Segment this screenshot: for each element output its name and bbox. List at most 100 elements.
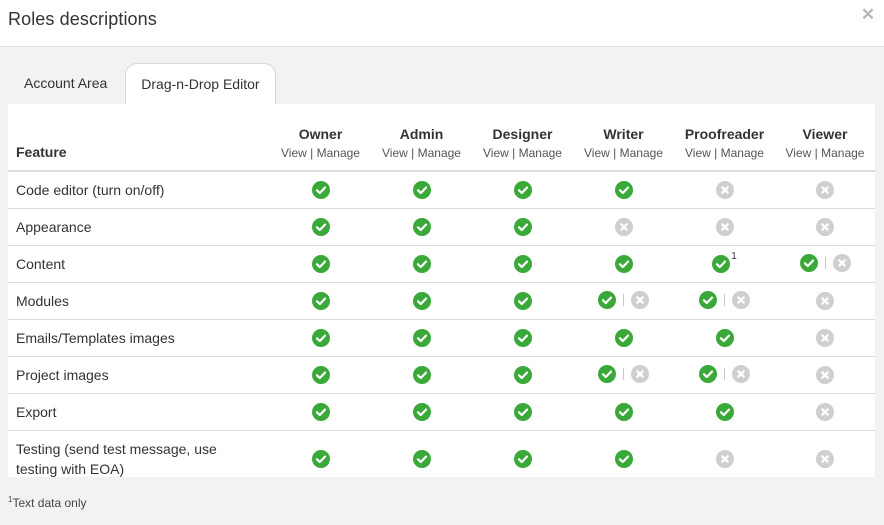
feature-name: Content [8, 245, 270, 283]
check-circle-icon [311, 218, 330, 237]
check-circle-icon [311, 255, 330, 274]
permission-cell-owner [270, 356, 371, 394]
permission-cell-admin [371, 393, 472, 431]
role-header-writer: Writer View | Manage [573, 104, 674, 172]
footnote-marker: 1 [8, 495, 13, 504]
permission-cell-proofreader [674, 171, 775, 209]
permission-cell-admin [371, 208, 472, 246]
permission-cell-writer [573, 282, 674, 320]
feature-name: Modules [8, 282, 270, 320]
feature-name: Testing (send test message, use testing … [16, 440, 217, 477]
role-header-viewer: Viewer View | Manage [775, 104, 875, 172]
permission-cell-proofreader [674, 208, 775, 246]
dialog-header: Roles descriptions ✕ [0, 0, 884, 47]
check-circle-icon [513, 366, 532, 385]
separator [724, 293, 725, 306]
role-name: Proofreader [684, 126, 765, 142]
table-row: Modules [8, 282, 875, 320]
permission-cell-viewer [775, 356, 875, 394]
permission-cell-owner [270, 393, 371, 431]
check-circle-icon [412, 181, 431, 200]
permission-cell-writer [573, 208, 674, 246]
table-row: Export [8, 393, 875, 431]
check-circle-icon [598, 290, 616, 309]
feature-name: Export [8, 393, 270, 431]
feature-column-header: Feature [8, 104, 270, 172]
permission-cell-writer [573, 431, 674, 487]
table-row: Emails/Templates images [8, 319, 875, 357]
check-circle-icon [513, 329, 532, 348]
check-circle-icon [412, 292, 431, 311]
x-circle-icon [832, 253, 851, 272]
table-row: Project images [8, 356, 875, 394]
role-header-designer: Designer View | Manage [472, 104, 573, 172]
permission-cell-viewer [775, 431, 875, 487]
permission-cell-owner [270, 171, 371, 209]
tab-bar: Account Area Drag-n-Drop Editor [8, 63, 276, 104]
role-header-admin: Admin View | Manage [371, 104, 472, 172]
feature-name: Emails/Templates images [8, 319, 270, 357]
x-circle-icon [715, 449, 734, 468]
check-circle-icon [614, 181, 633, 200]
x-circle-icon [816, 449, 834, 468]
permission-cell-owner [270, 282, 371, 320]
table-row: Testing (send test message, use testing … [8, 431, 875, 487]
role-sub: View | Manage [483, 146, 562, 160]
permission-cell-admin [371, 356, 472, 394]
check-circle-icon [513, 292, 532, 311]
permission-cell-designer [472, 208, 573, 246]
x-circle-icon [816, 366, 834, 385]
table-row: Content 1 [8, 245, 875, 283]
x-circle-icon [816, 403, 834, 422]
permission-cell-designer [472, 393, 573, 431]
check-circle-icon [614, 255, 633, 274]
permission-cell-admin [371, 431, 472, 487]
permission-cell-owner [270, 431, 371, 487]
separator [623, 293, 624, 306]
role-sub: View | Manage [685, 146, 764, 160]
permission-cell-viewer [775, 282, 875, 320]
tab-drag-n-drop-editor[interactable]: Drag-n-Drop Editor [125, 63, 276, 104]
close-icon[interactable]: ✕ [860, 6, 876, 23]
check-circle-icon [412, 366, 431, 385]
permission-cell-proofreader [674, 282, 775, 320]
permission-cell-proofreader [674, 319, 775, 357]
role-name: Admin [399, 126, 444, 142]
permission-cell-admin [371, 282, 472, 320]
check-circle-icon [598, 364, 616, 383]
permission-cell-designer [472, 245, 573, 283]
permission-cell-viewer [775, 208, 875, 246]
permission-cell-writer [573, 393, 674, 431]
separator [824, 256, 826, 269]
permission-cell-proofreader [674, 393, 775, 431]
check-circle-icon [412, 255, 431, 274]
permission-cell-admin [371, 171, 472, 209]
check-circle-icon [513, 449, 532, 468]
separator [724, 367, 725, 380]
role-sub: View | Manage [281, 146, 360, 160]
check-circle-icon [311, 292, 330, 311]
permission-cell-owner [270, 208, 371, 246]
role-sub: View | Manage [382, 146, 461, 160]
check-circle-icon [513, 255, 532, 274]
role-name: Writer [603, 126, 644, 142]
role-name: Designer [492, 126, 553, 142]
footnote: 1Text data only [8, 495, 87, 510]
check-circle-icon [412, 449, 431, 468]
feature-name: Code editor (turn on/off) [8, 171, 270, 209]
view-manage-pair [699, 364, 750, 383]
x-circle-icon [816, 292, 834, 311]
x-circle-icon [816, 218, 834, 237]
x-circle-icon [816, 329, 834, 348]
check-circle-icon [513, 181, 532, 200]
feature-name: Project images [8, 356, 270, 394]
x-circle-icon [631, 290, 649, 309]
permission-cell-proofreader [674, 431, 775, 487]
check-circle-icon [412, 329, 431, 348]
check-circle-icon [412, 403, 431, 422]
tab-account-area[interactable]: Account Area [8, 63, 123, 103]
permission-cell-viewer [775, 393, 875, 431]
x-circle-icon [816, 181, 834, 200]
x-circle-icon [631, 364, 649, 383]
permission-cell-writer [573, 245, 674, 283]
